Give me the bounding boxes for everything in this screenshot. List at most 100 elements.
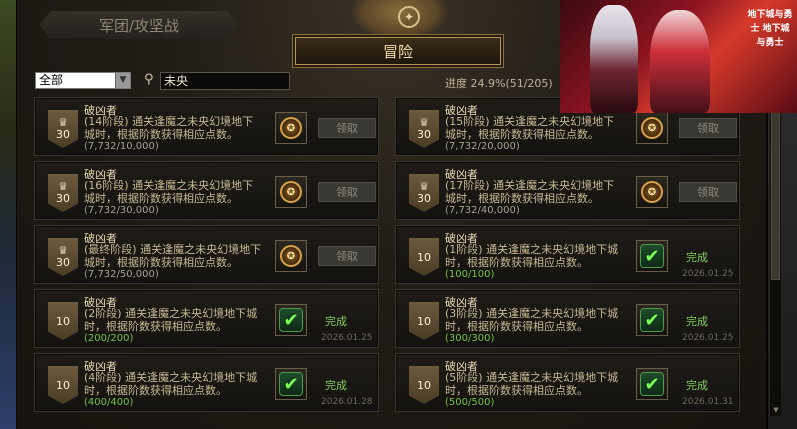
- reward-slot[interactable]: ✪: [275, 112, 307, 144]
- points-badge: 10: [48, 302, 78, 340]
- points-value: 30: [56, 128, 70, 141]
- tab-adventure[interactable]: 冒险: [295, 37, 501, 65]
- achievement-description: (15阶段) 通关逢魔之未央幻境地下城时，根据阶数获得相应点数。: [445, 115, 615, 141]
- check-icon: ✔: [640, 308, 664, 332]
- achievement-progress: (7,732/20,000): [445, 141, 520, 152]
- points-badge: 10: [48, 366, 78, 404]
- scroll-down-arrow[interactable]: ▼: [771, 406, 781, 416]
- chevron-down-icon[interactable]: ▼: [115, 73, 130, 88]
- claim-button[interactable]: 领取: [679, 118, 737, 138]
- complete-date: 2026.01.28: [321, 397, 373, 407]
- achievement-progress: (500/500): [445, 397, 495, 408]
- achievement-description: (最终阶段) 通关逢魔之未央幻境地下城时，根据阶数获得相应点数。: [84, 243, 262, 269]
- achievement-card: 10 破凶者 (3阶段) 通关逢魔之未央幻境地下城时，根据阶数获得相应点数。 (300…: [395, 289, 740, 348]
- check-icon: ✔: [640, 372, 664, 396]
- progress-label: 进度 24.9%(51/205): [445, 77, 553, 90]
- medal-icon: ✪: [641, 181, 663, 203]
- points-value: 30: [417, 192, 431, 205]
- achievement-progress: (7,732/50,000): [84, 269, 159, 280]
- trophy-icon: ♛: [58, 116, 68, 129]
- points-value: 30: [56, 192, 70, 205]
- achievement-progress: (400/400): [84, 397, 134, 408]
- achievement-description: (17阶段) 通关逢魔之未央幻境地下城时，根据阶数获得相应点数。: [445, 179, 615, 205]
- reward-slot[interactable]: ✪: [636, 176, 668, 208]
- claim-button[interactable]: 领取: [679, 182, 737, 202]
- achievement-card: ♛ 30 破凶者 (14阶段) 通关逢魔之未央幻境地下城时，根据阶数获得相应点数。 (7…: [34, 97, 379, 156]
- reward-slot[interactable]: ✔: [636, 368, 668, 400]
- achievement-description: (16阶段) 通关逢魔之未央幻境地下城时，根据阶数获得相应点数。: [84, 179, 254, 205]
- background-game-strip: [0, 0, 16, 429]
- reward-slot[interactable]: ✔: [275, 368, 307, 400]
- points-badge: ♛ 30: [48, 238, 78, 276]
- promo-logo: 地下城与勇士 地下城与勇士: [747, 10, 793, 48]
- complete-date: 2026.01.25: [682, 333, 734, 343]
- promo-character-left: [590, 5, 638, 113]
- reward-slot[interactable]: ✪: [275, 240, 307, 272]
- claim-button[interactable]: 领取: [318, 246, 376, 266]
- claim-button[interactable]: 领取: [318, 118, 376, 138]
- points-badge: 10: [409, 302, 439, 340]
- compass-icon: ✦: [398, 6, 420, 28]
- points-value: 10: [417, 314, 431, 328]
- points-value: 30: [417, 128, 431, 141]
- achievement-card: ♛ 30 破凶者 (17阶段) 通关逢魔之未央幻境地下城时，根据阶数获得相应点数。 (7…: [395, 161, 740, 220]
- points-value: 10: [417, 378, 431, 392]
- points-badge: 10: [409, 366, 439, 404]
- complete-label: 完成: [686, 315, 708, 328]
- category-select-value: 全部: [39, 73, 64, 87]
- points-value: 10: [56, 314, 70, 328]
- complete-label: 完成: [325, 379, 347, 392]
- trophy-icon: ♛: [58, 244, 68, 257]
- reward-slot[interactable]: ✪: [636, 112, 668, 144]
- reward-slot[interactable]: ✔: [636, 240, 668, 272]
- scrollbar[interactable]: ▼: [769, 98, 781, 416]
- achievement-description: (3阶段) 通关逢魔之未央幻境地下城时，根据阶数获得相应点数。: [445, 307, 619, 333]
- achievement-description: (1阶段) 通关逢魔之未央幻境地下城时，根据阶数获得相应点数。: [445, 243, 619, 269]
- category-select[interactable]: 全部 ▼: [35, 72, 131, 89]
- claim-button[interactable]: 领取: [318, 182, 376, 202]
- achievement-card: 10 破凶者 (4阶段) 通关逢魔之未央幻境地下城时，根据阶数获得相应点数。 (400…: [34, 353, 379, 412]
- medal-icon: ✪: [641, 117, 663, 139]
- promo-banner[interactable]: 地下城与勇士 地下城与勇士: [560, 0, 797, 113]
- medal-icon: ✪: [280, 245, 302, 267]
- check-icon: ✔: [279, 308, 303, 332]
- tab-legion[interactable]: 军团/攻坚战: [39, 11, 239, 39]
- achievement-description: (5阶段) 通关逢魔之未央幻境地下城时，根据阶数获得相应点数。: [445, 371, 619, 397]
- search-input[interactable]: 未央: [160, 72, 290, 90]
- achievement-description: (4阶段) 通关逢魔之未央幻境地下城时，根据阶数获得相应点数。: [84, 371, 258, 397]
- reward-slot[interactable]: ✪: [275, 176, 307, 208]
- achievement-card: ♛ 30 破凶者 (最终阶段) 通关逢魔之未央幻境地下城时，根据阶数获得相应点数。 (7…: [34, 225, 379, 284]
- medal-icon: ✪: [280, 181, 302, 203]
- achievement-card: 10 破凶者 (1阶段) 通关逢魔之未央幻境地下城时，根据阶数获得相应点数。 (100…: [395, 225, 740, 284]
- promo-character-right: [650, 10, 710, 113]
- complete-label: 完成: [686, 251, 708, 264]
- search-icon: ⚲: [144, 72, 154, 87]
- achievement-description: (2阶段) 通关逢魔之未央幻境地下城时，根据阶数获得相应点数。: [84, 307, 258, 333]
- trophy-icon: ♛: [58, 180, 68, 193]
- check-icon: ✔: [279, 372, 303, 396]
- achievement-progress: (300/300): [445, 333, 495, 344]
- points-badge: ♛ 30: [48, 174, 78, 212]
- points-value: 10: [417, 250, 431, 264]
- achievement-progress: (200/200): [84, 333, 134, 344]
- achievement-progress: (100/100): [445, 269, 495, 280]
- reward-slot[interactable]: ✔: [636, 304, 668, 336]
- points-badge: ♛ 30: [409, 110, 439, 148]
- points-value: 10: [56, 378, 70, 392]
- achievement-description: (14阶段) 通关逢魔之未央幻境地下城时，根据阶数获得相应点数。: [84, 115, 254, 141]
- reward-slot[interactable]: ✔: [275, 304, 307, 336]
- scrollbar-thumb[interactable]: [771, 110, 780, 280]
- achievement-progress: (7,732/30,000): [84, 205, 159, 216]
- complete-date: 2026.01.31: [682, 397, 734, 407]
- complete-date: 2026.01.25: [321, 333, 373, 343]
- achievement-card: ♛ 30 破凶者 (16阶段) 通关逢魔之未央幻境地下城时，根据阶数获得相应点数。 (7…: [34, 161, 379, 220]
- points-badge: ♛ 30: [409, 174, 439, 212]
- complete-label: 完成: [325, 315, 347, 328]
- points-badge: 10: [409, 238, 439, 276]
- complete-date: 2026.01.25: [682, 269, 734, 279]
- achievement-card: 10 破凶者 (5阶段) 通关逢魔之未央幻境地下城时，根据阶数获得相应点数。 (500…: [395, 353, 740, 412]
- check-icon: ✔: [640, 244, 664, 268]
- trophy-icon: ♛: [419, 116, 429, 129]
- achievement-progress: (7,732/40,000): [445, 205, 520, 216]
- achievement-card: 10 破凶者 (2阶段) 通关逢魔之未央幻境地下城时，根据阶数获得相应点数。 (200…: [34, 289, 379, 348]
